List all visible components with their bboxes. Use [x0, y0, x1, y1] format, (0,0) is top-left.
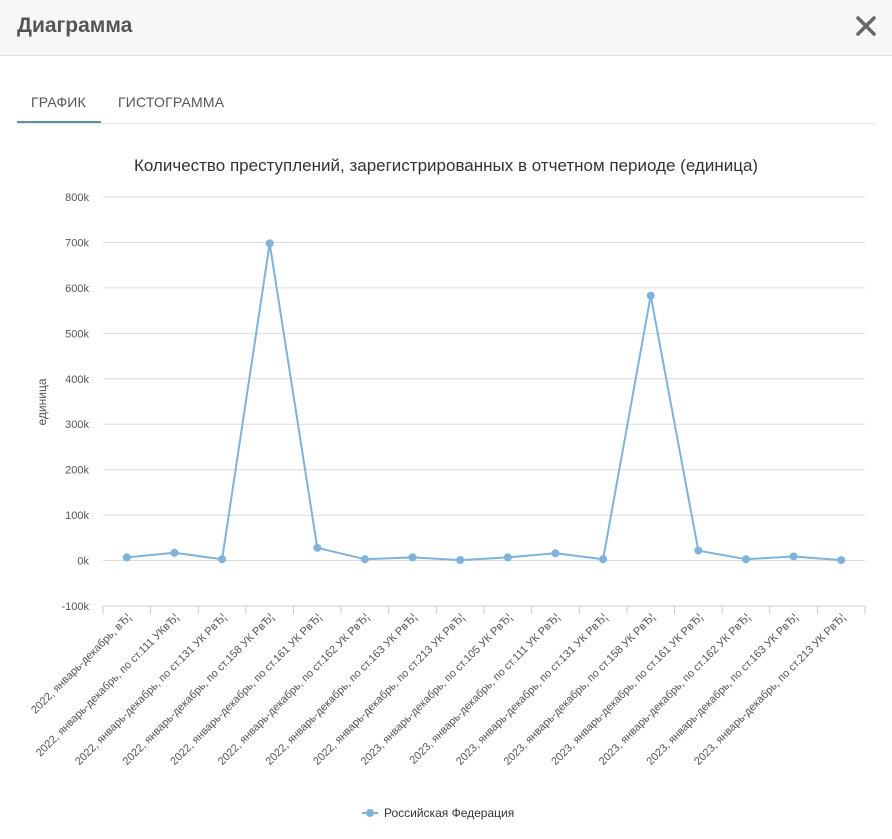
tab-graph[interactable]: ГРАФИК — [31, 94, 86, 110]
y-axis-label: единица — [35, 378, 49, 425]
y-tick-label: 700k — [65, 237, 89, 249]
chart-tabs: ГРАФИК ГИСТОГРАММА — [17, 86, 875, 124]
tab-histogram[interactable]: ГИСТОГРАММА — [118, 94, 224, 110]
y-tick-label: 100k — [65, 510, 89, 522]
y-tick-label: 300k — [65, 419, 89, 431]
data-point — [789, 552, 798, 561]
data-point — [408, 553, 417, 562]
data-point — [503, 553, 512, 562]
data-point — [646, 291, 655, 300]
y-tick-label: 400k — [65, 374, 89, 386]
line-chart: Количество преступлений, зарегистрирован… — [29, 156, 866, 820]
y-tick-label: 500k — [65, 328, 89, 340]
data-point — [360, 555, 369, 564]
data-point — [122, 553, 131, 562]
series-line — [126, 242, 842, 562]
modal-title: Диаграмма — [17, 14, 133, 37]
data-point — [218, 555, 227, 564]
x-tick-label: 2022, январь-декабрь, вЂ¦ — [29, 612, 134, 717]
y-tick-label: -100k — [61, 601, 89, 613]
close-button[interactable] — [850, 10, 882, 42]
y-tick-label: 600k — [65, 283, 89, 295]
y-tick-label: 200k — [65, 465, 89, 477]
data-point — [599, 555, 608, 564]
modal-header: Диаграмма — [0, 0, 892, 56]
y-tick-label: 0k — [77, 556, 89, 568]
data-point — [837, 556, 846, 565]
data-point — [456, 556, 465, 565]
legend-marker — [366, 809, 374, 817]
chart-title: Количество преступлений, зарегистрирован… — [134, 156, 758, 175]
data-point — [313, 543, 322, 552]
close-icon — [856, 16, 876, 36]
data-point — [551, 549, 560, 558]
data-point — [170, 548, 179, 557]
y-tick-label: 800k — [65, 192, 89, 204]
data-point — [265, 239, 274, 248]
data-point — [741, 555, 750, 564]
active-tab-indicator — [17, 121, 101, 123]
data-point — [694, 546, 703, 555]
legend-label: Российская Федерация — [384, 806, 514, 820]
